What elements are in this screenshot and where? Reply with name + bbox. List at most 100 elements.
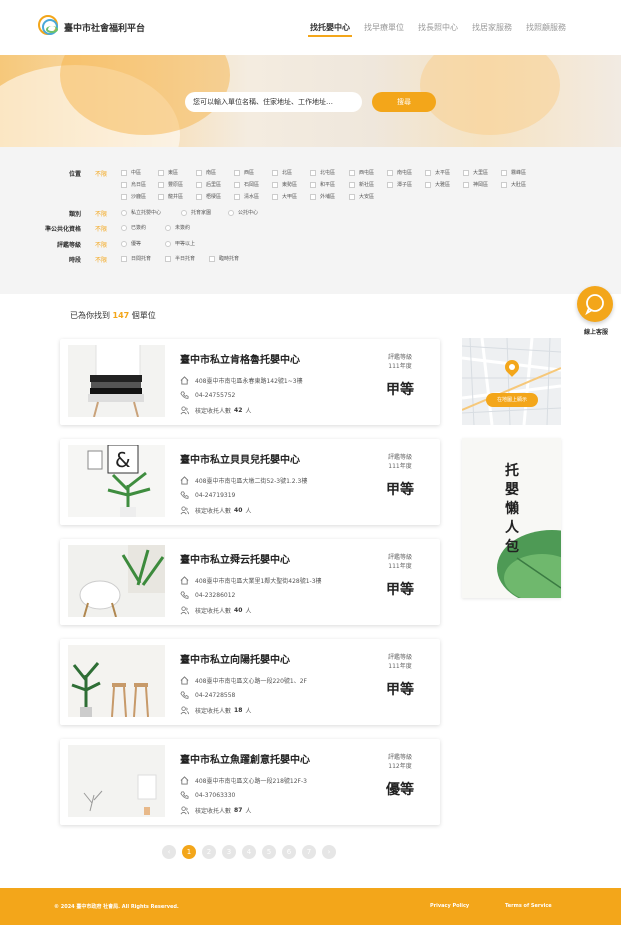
facility-card[interactable]: 臺中市私立向陽托嬰中心 408臺中市南屯區文心路一段220號1、2F 04-2472… (60, 639, 440, 725)
checkbox-icon[interactable] (387, 169, 393, 176)
checkbox-icon[interactable] (272, 193, 278, 200)
checkbox-icon[interactable] (310, 181, 316, 188)
facility-photo[interactable] (68, 745, 165, 817)
checkbox-icon[interactable] (121, 169, 127, 176)
checkbox-icon[interactable] (425, 169, 431, 176)
facility-card[interactable]: & 臺中市私立貝貝兒托嬰中心 408臺中市南屯區大墩二街52-3號1.2.3樓 04-… (60, 439, 440, 525)
checkbox-option[interactable]: 半日托育 (165, 255, 195, 262)
nav-find-long-term-care[interactable]: 找長照中心 (418, 22, 458, 33)
checkbox-icon[interactable] (349, 193, 355, 200)
checkbox-icon[interactable] (158, 169, 164, 176)
facility-name[interactable]: 臺中市私立舜云托嬰中心 (180, 551, 290, 566)
logo-icon[interactable] (38, 15, 58, 35)
page-6[interactable]: 6 (282, 845, 296, 859)
checkbox-icon[interactable] (310, 169, 316, 176)
map-preview[interactable]: 在地圖上顯示 (462, 338, 561, 425)
location-checkbox-option[interactable]: 北區 (272, 169, 292, 176)
radio-icon[interactable] (181, 209, 187, 216)
location-checkbox-option[interactable]: 梧棲區 (196, 193, 221, 200)
radio-option[interactable]: 未簽約 (165, 224, 190, 231)
search-input[interactable] (185, 92, 362, 112)
checkbox-icon[interactable] (196, 181, 202, 188)
chat-button[interactable] (577, 286, 613, 322)
radio-option[interactable]: 優等 (121, 240, 141, 247)
checkbox-icon[interactable] (501, 181, 507, 188)
checkbox-icon[interactable] (234, 181, 240, 188)
page-5[interactable]: 5 (262, 845, 276, 859)
location-checkbox-option[interactable]: 豐原區 (158, 181, 183, 188)
checkbox-icon[interactable] (165, 255, 171, 262)
checkbox-icon[interactable] (463, 169, 469, 176)
location-checkbox-option[interactable]: 石岡區 (234, 181, 259, 188)
radio-option[interactable]: 私立托嬰中心 (121, 209, 161, 216)
checkbox-icon[interactable] (158, 193, 164, 200)
location-checkbox-option[interactable]: 大里區 (463, 169, 488, 176)
terms-link[interactable]: Terms of Service (505, 903, 552, 909)
facility-card[interactable]: 臺中市私立魚躍創意托嬰中心 408臺中市南屯區文心路一段218號12F-3 04-3… (60, 739, 440, 825)
filter-any-quasi-public[interactable]: 不限 (95, 224, 107, 233)
location-checkbox-option[interactable]: 西區 (234, 169, 254, 176)
filter-any-location[interactable]: 不限 (95, 169, 107, 178)
location-checkbox-option[interactable]: 大甲區 (272, 193, 297, 200)
page-4[interactable]: 4 (242, 845, 256, 859)
nav-find-care-service[interactable]: 找照顧服務 (526, 22, 566, 33)
checkbox-icon[interactable] (501, 169, 507, 176)
next-page-button[interactable]: › (322, 845, 336, 859)
nav-find-early-intervention[interactable]: 找早療單位 (364, 22, 404, 33)
location-checkbox-option[interactable]: 中區 (121, 169, 141, 176)
facility-name[interactable]: 臺中市私立向陽托嬰中心 (180, 651, 290, 666)
filter-any-period[interactable]: 不限 (95, 255, 107, 264)
page-2[interactable]: 2 (202, 845, 216, 859)
facility-photo[interactable] (68, 645, 165, 717)
radio-option[interactable]: 甲等以上 (165, 240, 195, 247)
checkbox-icon[interactable] (209, 255, 215, 262)
location-checkbox-option[interactable]: 龍井區 (158, 193, 183, 200)
location-checkbox-option[interactable]: 北屯區 (310, 169, 335, 176)
location-checkbox-option[interactable]: 霧峰區 (501, 169, 526, 176)
filter-any-rating[interactable]: 不限 (95, 240, 107, 249)
facility-name[interactable]: 臺中市私立魚躍創意托嬰中心 (180, 751, 310, 766)
infant-care-guide-banner[interactable]: 托嬰懶人包 (462, 438, 561, 598)
checkbox-icon[interactable] (463, 181, 469, 188)
facility-card[interactable]: 臺中市私立舜云托嬰中心 408臺中市南屯區大業里1鄰大聖街428號1-3樓 04-2… (60, 539, 440, 625)
checkbox-icon[interactable] (121, 193, 127, 200)
brand-title[interactable]: 臺中市社會福利平台 (64, 21, 145, 34)
facility-photo[interactable]: & (68, 445, 165, 517)
facility-name[interactable]: 臺中市私立貝貝兒托嬰中心 (180, 451, 300, 466)
location-checkbox-option[interactable]: 南區 (196, 169, 216, 176)
privacy-link[interactable]: Privacy Policy (430, 903, 469, 909)
radio-icon[interactable] (121, 209, 127, 216)
checkbox-icon[interactable] (387, 181, 393, 188)
facility-photo[interactable] (68, 545, 165, 617)
checkbox-icon[interactable] (196, 169, 202, 176)
location-checkbox-option[interactable]: 大安區 (349, 193, 374, 200)
facility-card[interactable]: 臺中市私立肯格魯托嬰中心 408臺中市南屯區永春東路142號1~3樓 04-2475… (60, 339, 440, 425)
checkbox-icon[interactable] (349, 169, 355, 176)
nav-find-infant-care[interactable]: 找托嬰中心 (308, 22, 352, 37)
checkbox-option[interactable]: 臨時托育 (209, 255, 239, 262)
checkbox-icon[interactable] (121, 255, 127, 262)
checkbox-icon[interactable] (272, 169, 278, 176)
checkbox-icon[interactable] (310, 193, 316, 200)
radio-option[interactable]: 已簽約 (121, 224, 146, 231)
location-checkbox-option[interactable]: 東區 (158, 169, 178, 176)
location-checkbox-option[interactable]: 大雅區 (425, 181, 450, 188)
checkbox-icon[interactable] (158, 181, 164, 188)
radio-icon[interactable] (121, 240, 127, 247)
location-checkbox-option[interactable]: 南屯區 (387, 169, 412, 176)
radio-icon[interactable] (121, 224, 127, 231)
prev-page-button[interactable]: ‹ (162, 845, 176, 859)
location-checkbox-option[interactable]: 后里區 (196, 181, 221, 188)
radio-option[interactable]: 公托中心 (228, 209, 258, 216)
location-checkbox-option[interactable]: 東勢區 (272, 181, 297, 188)
radio-icon[interactable] (228, 209, 234, 216)
show-on-map-button[interactable]: 在地圖上顯示 (486, 393, 538, 407)
location-checkbox-option[interactable]: 神岡區 (463, 181, 488, 188)
filter-any-category[interactable]: 不限 (95, 209, 107, 218)
facility-name[interactable]: 臺中市私立肯格魯托嬰中心 (180, 351, 300, 366)
radio-option[interactable]: 托育家園 (181, 209, 211, 216)
location-checkbox-option[interactable]: 太平區 (425, 169, 450, 176)
location-checkbox-option[interactable]: 和平區 (310, 181, 335, 188)
nav-find-home-service[interactable]: 找居家服務 (472, 22, 512, 33)
page-1[interactable]: 1 (182, 845, 196, 859)
